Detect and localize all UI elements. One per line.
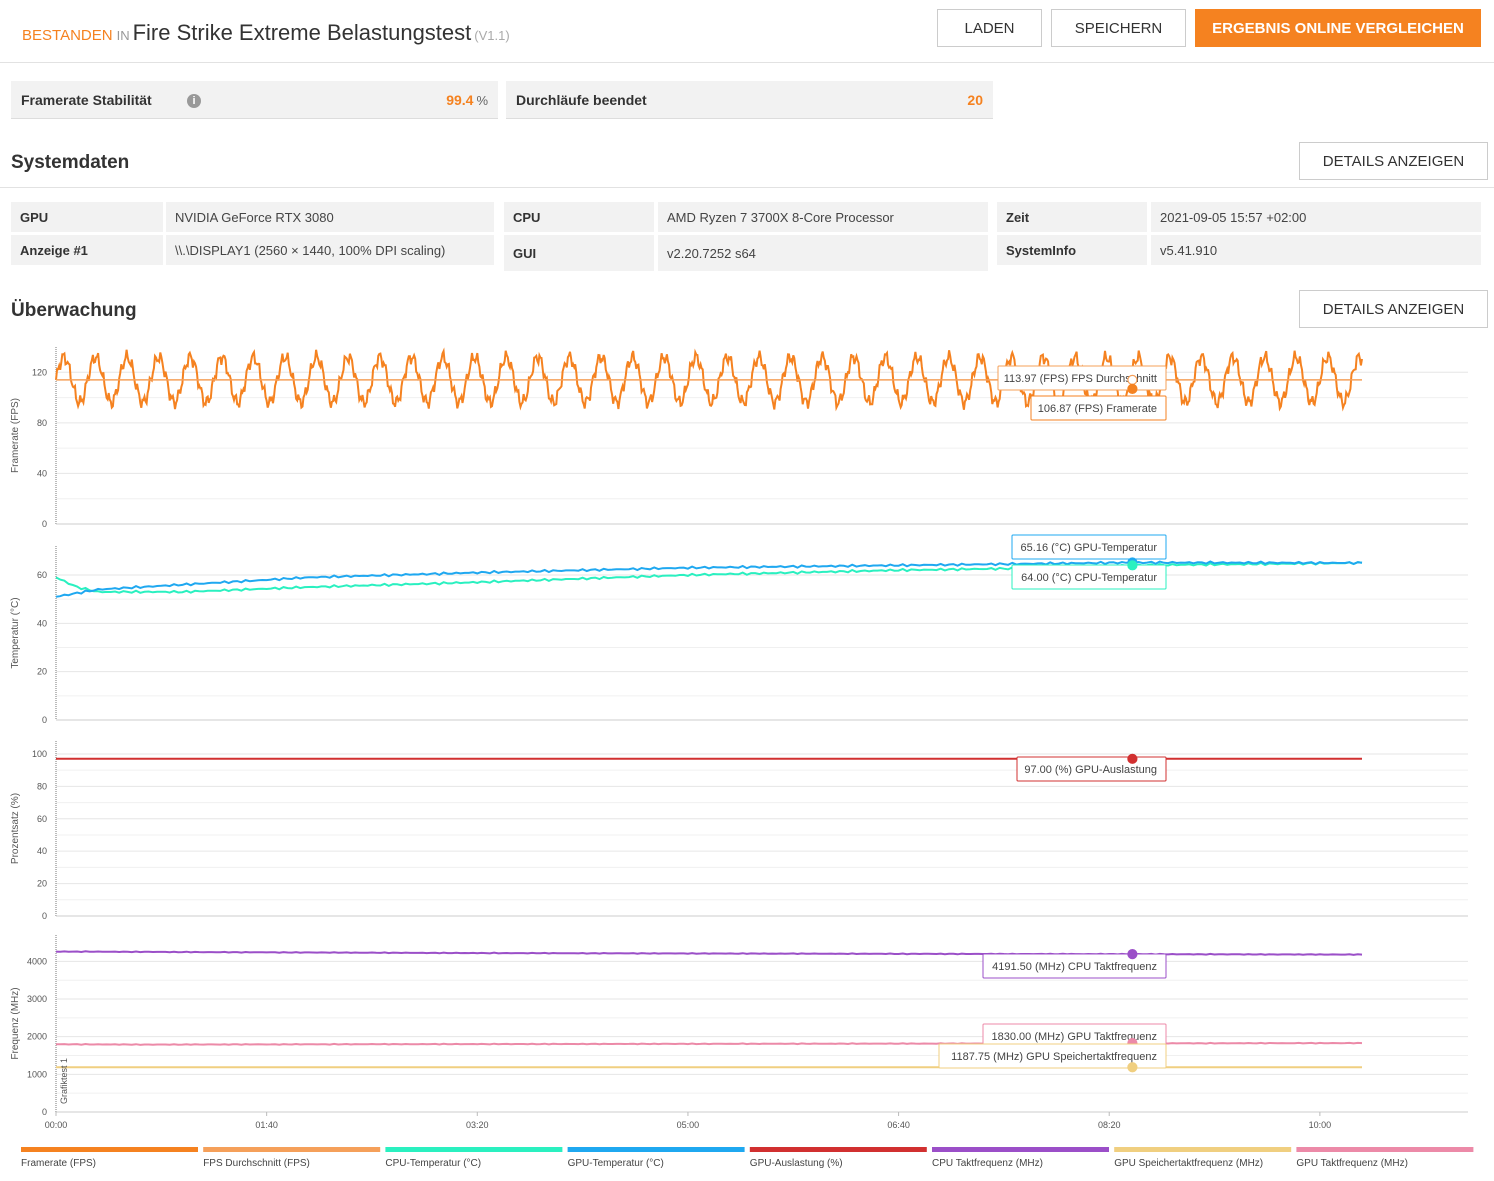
y-tick-label: 1000 (27, 1069, 47, 1079)
series-marker[interactable] (1127, 1062, 1138, 1073)
y-tick-label: 40 (37, 618, 47, 628)
y-tick-label: 0 (42, 715, 47, 725)
display-value: \\.\DISPLAY1 (2560 × 1440, 100% DPI scal… (166, 235, 494, 265)
status-badge: BESTANDEN (22, 27, 113, 44)
page-title: BESTANDEN IN Fire Strike Extreme Belastung… (22, 20, 510, 46)
gpu-key: GPU (11, 202, 163, 232)
time-key: Zeit (997, 202, 1147, 232)
y-tick-label: 100 (32, 749, 47, 759)
x-tick-label: 08:20 (1098, 1120, 1121, 1130)
test-version: (V1.1) (474, 28, 510, 43)
legend-swatch[interactable] (1296, 1147, 1474, 1152)
legend-label: GPU Taktfrequenz (MHz) (1296, 1158, 1408, 1169)
in-word: IN (116, 28, 130, 43)
stability-unit: % (476, 93, 488, 108)
x-tick-label: 05:00 (677, 1120, 700, 1130)
stability-label: Framerate Stabilität (21, 92, 152, 108)
cpu-value: AMD Ryzen 7 3700X 8-Core Processor (658, 202, 988, 232)
stability-value: 99.4 (446, 92, 474, 108)
legend-swatch[interactable] (203, 1147, 381, 1152)
legend-swatch[interactable] (749, 1147, 927, 1152)
y-tick-label: 60 (37, 814, 47, 824)
save-button[interactable]: SPEICHERN (1051, 9, 1186, 47)
x-tick-label: 10:00 (1309, 1120, 1332, 1130)
y-tick-label: 20 (37, 879, 47, 889)
systeminfo-key: SystemInfo (997, 235, 1147, 265)
info-icon[interactable]: i (187, 94, 201, 108)
monitoring-section-title: Überwachung (11, 300, 137, 321)
divider (0, 187, 1494, 188)
series-marker[interactable] (1127, 753, 1138, 764)
y-tick-label: 0 (42, 1107, 47, 1117)
y-tick-label: 120 (32, 367, 47, 377)
series-marker[interactable] (1127, 949, 1138, 960)
y-tick-label: 4000 (27, 956, 47, 966)
y-tick-label: 80 (37, 781, 47, 791)
x-tick-label: 03:20 (466, 1120, 489, 1130)
y-tick-label: 40 (37, 846, 47, 856)
series-marker[interactable] (1127, 383, 1138, 394)
tooltip-label: 97.00 (%) GPU-Auslastung (1024, 764, 1157, 776)
legend-label: Framerate (FPS) (21, 1158, 96, 1169)
legend-label: CPU-Temperatur (°C) (385, 1158, 481, 1169)
y-axis-label: Prozentsatz (%) (10, 793, 21, 864)
y-tick-label: 2000 (27, 1032, 47, 1042)
y-tick-label: 3000 (27, 994, 47, 1004)
legend-swatch[interactable] (21, 1147, 198, 1152)
gpu-value: NVIDIA GeForce RTX 3080 (166, 202, 494, 232)
system-details-button[interactable]: DETAILS ANZEIGEN (1299, 142, 1488, 180)
y-tick-label: 80 (37, 418, 47, 428)
y-tick-label: 0 (42, 519, 47, 529)
loops-label: Durchläufe beendet (516, 92, 647, 108)
gui-key: GUI (504, 235, 654, 271)
y-axis-label: Temperatur (°C) (10, 597, 21, 668)
legend-label: GPU-Temperatur (°C) (568, 1158, 664, 1169)
series-marker[interactable] (1127, 560, 1138, 571)
systeminfo-value: v5.41.910 (1151, 235, 1481, 265)
y-tick-label: 60 (37, 570, 47, 580)
compare-online-button[interactable]: ERGEBNIS ONLINE VERGLEICHEN (1195, 9, 1481, 47)
legend-label: FPS Durchschnitt (FPS) (203, 1158, 310, 1169)
header-bar: BESTANDEN IN Fire Strike Extreme Belastung… (0, 0, 1494, 63)
graphics-test-label: Grafiktest 1 (59, 1058, 69, 1104)
loops-completed-card: Durchläufe beendet 20 (506, 81, 993, 119)
y-axis-label: Framerate (FPS) (10, 398, 21, 473)
system-section-title: Systemdaten (11, 152, 130, 173)
x-tick-label: 06:40 (887, 1120, 910, 1130)
legend-label: GPU-Auslastung (%) (750, 1158, 843, 1169)
cpu-key: CPU (504, 202, 654, 232)
x-tick-label: 01:40 (255, 1120, 278, 1130)
test-name: Fire Strike Extreme Belastungstest (132, 20, 472, 45)
tooltip-label: 64.00 (°C) CPU-Temperatur (1021, 572, 1157, 584)
tooltip-label: 1187.75 (MHz) GPU Speichertaktfrequenz (951, 1051, 1157, 1063)
load-button[interactable]: LADEN (937, 9, 1042, 47)
display-key: Anzeige #1 (11, 235, 163, 265)
legend-label: GPU Speichertaktfrequenz (MHz) (1114, 1158, 1263, 1169)
time-value: 2021-09-05 15:57 +02:00 (1151, 202, 1481, 232)
x-tick-label: 00:00 (45, 1120, 68, 1130)
legend-swatch[interactable] (932, 1147, 1109, 1152)
framerate-stability-card: Framerate Stabilität i 99.4% (11, 81, 498, 119)
y-axis-label: Frequenz (MHz) (10, 987, 21, 1059)
y-tick-label: 20 (37, 667, 47, 677)
tooltip-label: 106.87 (FPS) Framerate (1038, 403, 1157, 415)
legend-swatch[interactable] (567, 1147, 745, 1152)
tooltip-label: 4191.50 (MHz) CPU Taktfrequenz (992, 961, 1157, 973)
monitoring-details-button[interactable]: DETAILS ANZEIGEN (1299, 290, 1488, 328)
legend-swatch[interactable] (1114, 1147, 1292, 1152)
legend-label: CPU Taktfrequenz (MHz) (932, 1158, 1043, 1169)
stability-value-wrap: 99.4% (446, 92, 488, 108)
gui-value: v2.20.7252 s64 (658, 235, 988, 271)
legend-swatch[interactable] (385, 1147, 563, 1152)
loops-value: 20 (967, 92, 983, 108)
series-marker[interactable] (1127, 374, 1138, 386)
tooltip-label: 65.16 (°C) GPU-Temperatur (1021, 542, 1158, 554)
monitoring-chart[interactable]: 04080120Framerate (FPS)113.97 (FPS) FPS … (0, 335, 1494, 1181)
y-tick-label: 0 (42, 911, 47, 921)
y-tick-label: 40 (37, 468, 47, 478)
